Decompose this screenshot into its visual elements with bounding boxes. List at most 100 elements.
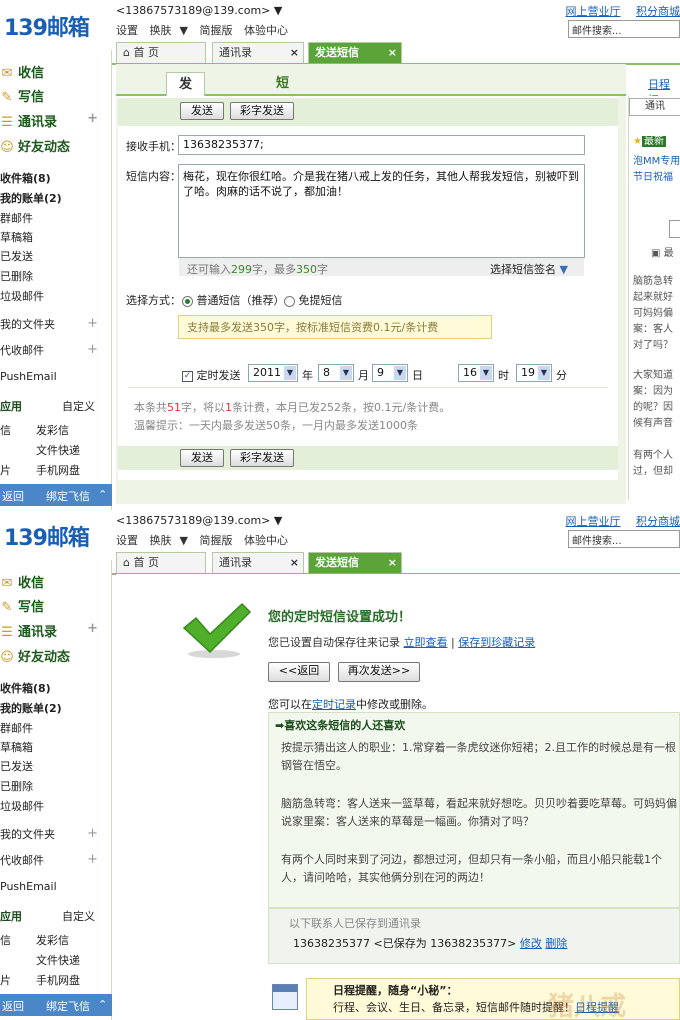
link-business-hall[interactable]: 网上营业厅 <box>566 5 621 18</box>
plus-icon[interactable]: + <box>87 342 98 357</box>
day-select[interactable]: 9 ▼ <box>372 364 408 382</box>
bind-fetion-link[interactable]: 绑定飞信 <box>46 998 90 1014</box>
sidebar-item-inbox[interactable]: ✉ 收信 <box>0 572 44 591</box>
collapse-icon[interactable]: ⌃ <box>98 488 107 501</box>
bind-fetion-link[interactable]: 绑定飞信 <box>46 488 90 504</box>
view-now-link[interactable]: 立即查看 <box>404 636 448 649</box>
radio-icon[interactable] <box>284 295 295 307</box>
plus-icon[interactable]: + <box>87 852 98 867</box>
plus-icon[interactable]: + <box>87 826 98 841</box>
close-icon[interactable]: × <box>388 43 397 63</box>
header-link-settings[interactable]: 设置 <box>116 24 138 37</box>
link-points-mall[interactable]: 积分商城 <box>636 515 680 528</box>
delete-contact-link[interactable]: 删除 <box>545 937 567 950</box>
sidebar-item-compose[interactable]: ✎ 写信 <box>0 86 44 105</box>
app-left-3[interactable]: 片 <box>0 972 11 988</box>
tab-contacts[interactable]: 通讯录 × <box>212 552 304 574</box>
sidebar-item-friends[interactable]: ☺ 好友动态 <box>0 646 70 665</box>
sidebar-item-contacts[interactable]: ☰ 通讯录 + <box>0 111 112 130</box>
user-email[interactable]: <13867573189@139.com> ▼ <box>116 514 282 527</box>
back-link[interactable]: 返回 <box>2 998 24 1014</box>
app-file-express[interactable]: 文件快递 <box>36 442 80 458</box>
tab-home[interactable]: ⌂ 首 页 <box>116 552 206 574</box>
app-cloud-drive[interactable]: 手机网盘 <box>36 972 80 988</box>
app-file-express[interactable]: 文件快递 <box>36 952 80 968</box>
year-select[interactable]: 2011 ▼ <box>248 364 298 382</box>
app-cloud-drive[interactable]: 手机网盘 <box>36 462 80 478</box>
riddle-item[interactable]: 按提示猜出这人的职业：1.常穿着一条虎纹迷你短裙；2.且工作的时候总是有一根钢管… <box>281 739 680 775</box>
app-left-3[interactable]: 片 <box>0 462 11 478</box>
link-mm[interactable]: 泡MM专用 <box>633 152 680 167</box>
plus-icon[interactable]: + <box>87 316 98 331</box>
link-holiday[interactable]: 节日祝福 <box>633 168 673 183</box>
tab-contacts[interactable]: 通讯录 × <box>212 42 304 64</box>
folder-group[interactable]: 群邮件 <box>0 210 33 226</box>
riddle-item[interactable]: 脑筋急转弯：客人送来一篮草莓，看起来就好想吃。贝贝吵着要吃草莓。可妈妈偏说家里案… <box>281 795 680 831</box>
header-link-settings[interactable]: 设置 <box>116 534 138 547</box>
user-email[interactable]: <13867573189@139.com> ▼ <box>116 4 282 17</box>
push-email[interactable]: PushEmail <box>0 370 57 383</box>
folder-drafts[interactable]: 草稿箱 <box>0 739 33 755</box>
folder-drafts[interactable]: 草稿箱 <box>0 229 33 245</box>
mail-search-input[interactable]: 邮件搜索... <box>568 530 680 548</box>
mail-search-input[interactable]: 邮件搜索... <box>568 20 680 38</box>
method-normal[interactable]: 普通短信（推荐） <box>182 292 285 308</box>
resend-button[interactable]: 再次发送>> <box>338 662 420 682</box>
folder-spam[interactable]: 垃圾邮件 <box>0 798 44 814</box>
riddle-item[interactable]: 有两个人同时来到了河边，都想过河，但却只有一条小船，而且小船只能载1个人，请问哈… <box>281 851 680 887</box>
tab-home[interactable]: ⌂ 首 页 <box>116 42 206 64</box>
header-link-skin[interactable]: 换肤 ▼ <box>150 534 188 547</box>
app-left-1[interactable]: 信 <box>0 422 11 438</box>
my-folders[interactable]: 我的文件夹 + <box>0 316 112 332</box>
back-link[interactable]: 返回 <box>2 488 24 504</box>
collapse-icon[interactable]: ⌃ <box>98 998 107 1011</box>
apps-custom[interactable]: 自定义 <box>62 398 95 414</box>
my-folders[interactable]: 我的文件夹 + <box>0 826 112 842</box>
header-link-simple[interactable]: 简握版 <box>199 24 232 37</box>
subtab-records[interactable]: 短信记录 <box>276 72 289 163</box>
tab-send-sms[interactable]: 发送短信 × <box>308 42 402 64</box>
send-button-bottom[interactable]: 发送 <box>180 449 224 467</box>
timed-send-toggle[interactable]: ✓ 定时发送 <box>182 367 241 383</box>
subtab-send[interactable]: 发短信 <box>166 72 206 140</box>
app-mms[interactable]: 发彩信 <box>36 422 69 438</box>
logo[interactable]: 139邮箱 <box>0 6 112 42</box>
radio-selected-icon[interactable] <box>182 295 193 307</box>
sidebar-item-contacts[interactable]: ☰ 通讯录 + <box>0 621 112 640</box>
minute-select[interactable]: 19 ▼ <box>516 364 552 382</box>
mms-send-button-bottom[interactable]: 彩字发送 <box>230 449 294 467</box>
logo[interactable]: 139邮箱 <box>0 516 112 552</box>
close-icon[interactable]: × <box>290 43 299 63</box>
edit-contact-link[interactable]: 修改 <box>520 937 542 950</box>
folder-sent[interactable]: 已发送 <box>0 248 33 264</box>
close-icon[interactable]: × <box>290 553 299 573</box>
proxy-mail[interactable]: 代收邮件 + <box>0 342 112 358</box>
apps-custom[interactable]: 自定义 <box>62 908 95 924</box>
folder-inbox[interactable]: 收件箱(8) <box>0 680 51 696</box>
plus-icon[interactable]: + <box>87 621 98 636</box>
folder-bills[interactable]: 我的账单(2) <box>0 190 62 206</box>
save-favorites-link[interactable]: 保存到珍藏记录 <box>458 636 535 649</box>
header-link-experience[interactable]: 体验中心 <box>244 534 288 547</box>
strip-button[interactable] <box>669 220 680 238</box>
push-email[interactable]: PushEmail <box>0 880 57 893</box>
folder-deleted[interactable]: 已删除 <box>0 268 33 284</box>
folder-bills[interactable]: 我的账单(2) <box>0 700 62 716</box>
folder-sent[interactable]: 已发送 <box>0 758 33 774</box>
plus-icon[interactable]: + <box>87 111 98 126</box>
app-left-1[interactable]: 信 <box>0 932 11 948</box>
link-business-hall[interactable]: 网上营业厅 <box>566 515 621 528</box>
signature-select[interactable]: 选择短信签名 ▼ <box>490 261 568 277</box>
header-link-simple[interactable]: 简握版 <box>199 534 232 547</box>
book-link[interactable]: ▣ 最 <box>651 244 674 259</box>
folder-deleted[interactable]: 已删除 <box>0 778 33 794</box>
header-link-experience[interactable]: 体验中心 <box>244 24 288 37</box>
method-free[interactable]: 免提短信 <box>284 292 343 308</box>
tab-send-sms[interactable]: 发送短信 × <box>308 552 402 574</box>
header-link-skin[interactable]: 换肤 ▼ <box>150 24 188 37</box>
close-icon[interactable]: × <box>388 553 397 573</box>
mms-send-button-top[interactable]: 彩字发送 <box>230 102 294 120</box>
month-select[interactable]: 8 ▼ <box>318 364 354 382</box>
phone-input[interactable]: 13638235377; <box>178 135 585 155</box>
sidebar-item-friends[interactable]: ☺ 好友动态 <box>0 136 70 155</box>
